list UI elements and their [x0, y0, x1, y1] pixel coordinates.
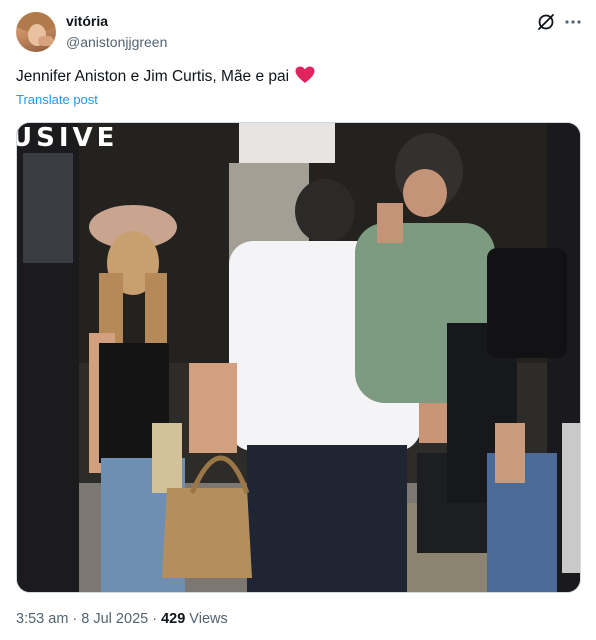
tweet-text-content: Jennifer Aniston e Jim Curtis, Mãe e pai: [16, 68, 290, 85]
tweet-header: vitória @anistonjjgreen: [16, 10, 582, 54]
views-label: Views: [185, 611, 228, 627]
timestamp[interactable]: 3:53 am · 8 Jul 2025 ·: [16, 611, 161, 627]
media-watermark-text: USIVE: [16, 123, 119, 153]
user-info: vitória @anistonjjgreen: [66, 12, 167, 52]
more-options-icon[interactable]: [563, 12, 583, 32]
heart-icon: [295, 66, 315, 91]
translate-post-link[interactable]: Translate post: [16, 92, 98, 107]
grok-icon[interactable]: [536, 12, 556, 32]
user-handle[interactable]: @anistonjjgreen: [66, 32, 167, 52]
tweet-metadata: 3:53 am · 8 Jul 2025 · 429 Views: [16, 611, 228, 627]
tweet-card: vitória @anistonjjgreen Jennifer Aniston…: [0, 0, 596, 640]
tweet-media-photo[interactable]: USIVE: [16, 122, 581, 593]
tweet-text: Jennifer Aniston e Jim Curtis, Mãe e pai: [16, 66, 576, 91]
display-name[interactable]: vitória: [66, 12, 167, 30]
views-count: 429: [161, 611, 186, 627]
avatar[interactable]: [16, 12, 56, 52]
